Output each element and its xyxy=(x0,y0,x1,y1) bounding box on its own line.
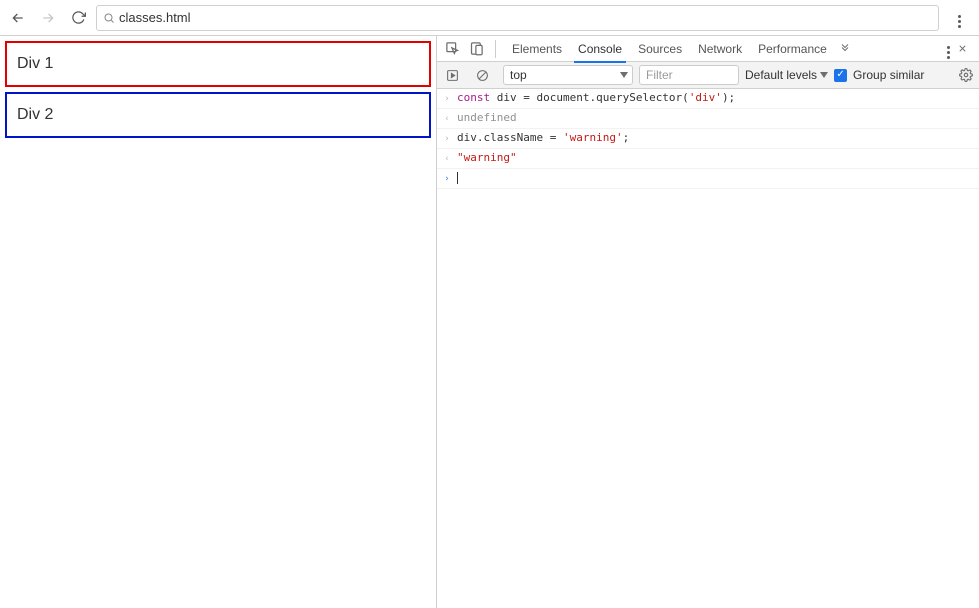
browser-menu[interactable] xyxy=(945,7,973,28)
console-input-line: › const div = document.querySelector('di… xyxy=(437,89,979,109)
console-run-icon[interactable] xyxy=(443,66,461,84)
console-input-line: › div.className = 'warning'; xyxy=(437,129,979,149)
back-button[interactable] xyxy=(6,6,30,30)
devtools-tabbar: Elements Console Sources Network Perform… xyxy=(437,36,979,62)
device-toggle-icon[interactable] xyxy=(467,40,485,58)
tab-elements[interactable]: Elements xyxy=(504,36,570,62)
context-selector[interactable]: top xyxy=(503,65,633,85)
address-text: classes.html xyxy=(119,10,932,25)
console-prompt[interactable]: › xyxy=(437,169,979,189)
tab-sources[interactable]: Sources xyxy=(630,36,690,62)
clear-console-icon[interactable] xyxy=(473,66,491,84)
text-cursor xyxy=(457,172,458,184)
tab-network[interactable]: Network xyxy=(690,36,750,62)
group-similar-checkbox[interactable]: ✓ xyxy=(834,69,847,82)
search-icon xyxy=(103,12,115,24)
inspect-element-icon[interactable] xyxy=(443,40,461,58)
devtools-menu[interactable] xyxy=(939,38,957,59)
tabs-overflow-icon[interactable] xyxy=(839,43,857,55)
group-similar-label: Group similar xyxy=(853,68,924,82)
console-filter-input[interactable]: Filter xyxy=(639,65,739,85)
console-output[interactable]: › const div = document.querySelector('di… xyxy=(437,89,979,608)
div-1: Div 1 xyxy=(5,41,431,87)
tab-performance[interactable]: Performance xyxy=(750,36,835,62)
log-levels-selector[interactable]: Default levels xyxy=(745,68,828,82)
div-2: Div 2 xyxy=(5,92,431,138)
address-bar[interactable]: classes.html xyxy=(96,5,939,31)
console-settings-icon[interactable] xyxy=(959,68,973,82)
devtools-panel: Elements Console Sources Network Perform… xyxy=(436,36,979,608)
forward-button[interactable] xyxy=(36,6,60,30)
chevron-down-icon xyxy=(620,72,628,78)
browser-toolbar: classes.html xyxy=(0,0,979,36)
console-return-line: ‹ undefined xyxy=(437,109,979,129)
devtools-close[interactable] xyxy=(957,43,975,54)
page-content: Div 1 Div 2 xyxy=(0,36,436,608)
tab-console[interactable]: Console xyxy=(570,36,630,62)
context-value: top xyxy=(510,68,527,82)
reload-button[interactable] xyxy=(66,6,90,30)
console-return-line: ‹ "warning" xyxy=(437,149,979,169)
console-toolbar: top Filter Default levels ✓ Group simila… xyxy=(437,62,979,89)
chevron-down-icon xyxy=(820,72,828,78)
